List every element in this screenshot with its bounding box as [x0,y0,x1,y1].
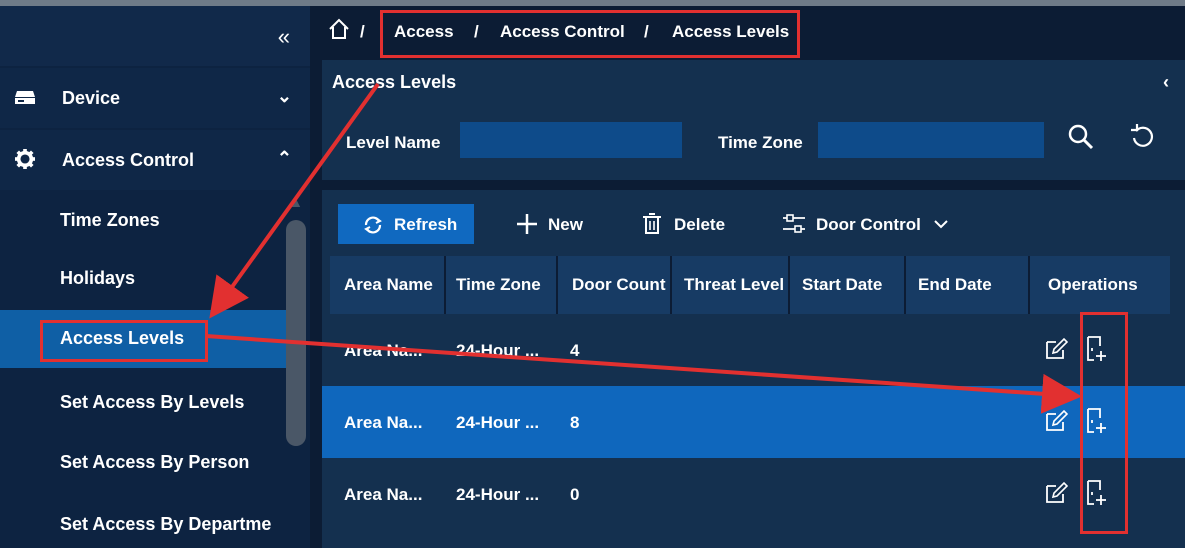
edit-icon[interactable] [1044,480,1068,506]
chevron-down-icon: ⌄ [276,86,292,106]
plus-icon [517,214,537,234]
cell-time-zone: 24-Hour ... [456,485,540,504]
column-header-operations: Operations [1048,275,1138,294]
sliders-icon [783,214,805,233]
new-button[interactable]: New [512,204,592,244]
cell-door-count: 8 [570,413,580,432]
annotation-box-access-levels [40,320,208,362]
sidebar-item-label: Set Access By Levels [60,392,245,412]
sidebar-group-label: Device [62,88,121,108]
level-name-label: Level Name [346,133,441,152]
new-label: New [548,215,583,234]
column-header-time-zone[interactable]: Time Zone [456,275,541,295]
sidebar-item-set-access-by-person[interactable]: Set Access By Person [0,434,286,492]
cell-time-zone: 24-Hour ... [456,413,540,432]
delete-button[interactable]: Delete [638,204,738,244]
reset-icon[interactable] [1128,122,1158,152]
refresh-button[interactable]: Refresh [338,204,474,244]
column-divider [1028,256,1030,314]
table-row[interactable]: Area Na... 24-Hour ... 0 [322,458,1185,530]
cell-time-zone: 24-Hour ... [456,341,540,360]
collapse-sidebar-icon[interactable]: « [278,24,290,50]
cell-door-count: 0 [570,485,580,504]
table-row[interactable]: Area Na... 24-Hour ... 8 [322,386,1185,458]
home-icon[interactable] [328,18,350,40]
annotation-box-operations [1080,312,1128,534]
sidebar-group-access-control[interactable]: Access Control ⌃ [0,130,310,190]
cell-area-name: Area Na... [344,485,423,504]
sidebar-group-device[interactable]: Device ⌄ [0,68,310,128]
sidebar-collapse-bar[interactable]: « [0,6,310,66]
refresh-icon [364,216,382,234]
column-divider [788,256,790,314]
column-header-area-name[interactable]: Area Name [344,275,433,295]
collapse-panel-icon[interactable]: ‹ [1163,72,1169,93]
refresh-label: Refresh [394,215,458,234]
panel-divider [322,180,1185,190]
sidebar-item-set-access-by-levels[interactable]: Set Access By Levels [0,374,286,432]
column-header-start-date[interactable]: Start Date [802,275,882,295]
annotation-box-breadcrumb [380,10,800,58]
time-zone-label: Time Zone [718,133,803,152]
sidebar-item-set-access-by-department[interactable]: Set Access By Departme [0,496,286,548]
cell-door-count: 4 [570,341,580,360]
time-zone-input[interactable] [818,122,1044,158]
column-divider [556,256,558,314]
sidebar-item-label: Time Zones [60,210,160,230]
table-row[interactable]: Area Na... 24-Hour ... 4 [322,314,1185,386]
table-header: Area Name Time Zone Door Count Threat Le… [330,256,1170,314]
breadcrumb-separator: / [360,22,365,41]
door-control-dropdown[interactable]: Door Control [780,204,956,244]
main-content: / Access / Access Control / Access Level… [322,6,1185,548]
access-levels-panel: Access Levels ‹ Level Name Time Zone Ref… [322,60,1185,548]
delete-label: Delete [674,215,726,234]
door-control-label: Door Control [816,215,921,234]
sidebar-scrollbar[interactable] [286,220,306,446]
panel-title: Access Levels [332,72,457,92]
chevron-up-icon: ⌃ [276,148,292,168]
edit-icon[interactable] [1044,336,1068,362]
column-divider [670,256,672,314]
gear-icon [15,149,35,169]
column-header-threat-level[interactable]: Threat Level [684,275,784,295]
trash-icon [643,213,661,234]
column-header-end-date[interactable]: End Date [918,275,992,295]
sidebar-item-label: Set Access By Person [60,452,250,472]
sidebar: « Device ⌄ Access Control ⌃ Time Zones H… [0,6,310,548]
cell-area-name: Area Na... [344,341,423,360]
device-icon [15,91,35,104]
chevron-down-icon [934,220,948,229]
column-header-door-count[interactable]: Door Count [572,275,665,295]
edit-icon[interactable] [1044,408,1068,434]
cell-area-name: Area Na... [344,413,423,432]
scroll-up-icon[interactable]: ▲ [286,194,306,210]
sidebar-item-label: Set Access By Departme [60,514,272,534]
column-divider [904,256,906,314]
sidebar-item-time-zones[interactable]: Time Zones [0,192,286,250]
sidebar-item-holidays[interactable]: Holidays [0,250,286,308]
search-icon[interactable] [1066,122,1096,152]
level-name-input[interactable] [460,122,682,158]
column-divider [444,256,446,314]
sidebar-group-label: Access Control [62,150,195,170]
sidebar-item-label: Holidays [60,268,136,288]
